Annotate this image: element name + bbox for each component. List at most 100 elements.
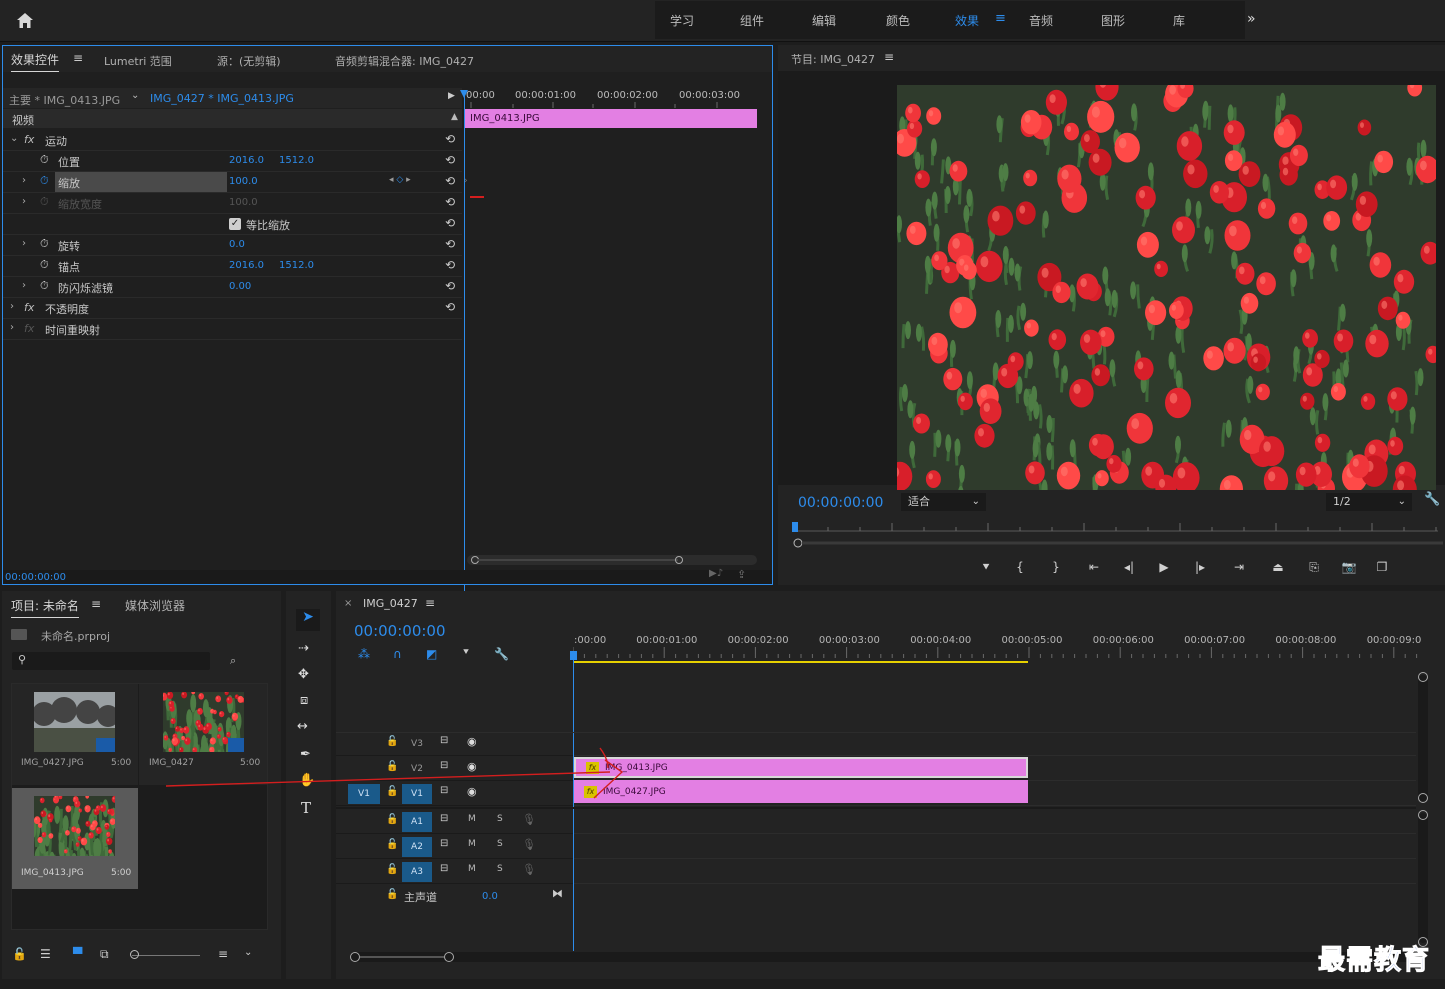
add-marker-icon[interactable]: ⯆ <box>462 647 470 658</box>
home-icon[interactable] <box>16 12 34 29</box>
audio-track-lane[interactable] <box>574 810 1416 834</box>
track-target[interactable]: A2 <box>402 837 432 857</box>
workspace-tab[interactable]: 组件 <box>740 12 764 29</box>
reset-icon[interactable]: ⟲ <box>445 174 455 188</box>
search-input[interactable]: ⚲ <box>12 652 210 670</box>
tab-audio-mixer[interactable]: 音频剪辑混合器: IMG_0427 <box>335 53 474 69</box>
scroll-handle-top[interactable] <box>1418 810 1428 820</box>
lock-icon[interactable]: 🔓 <box>386 839 398 850</box>
microphone-icon[interactable]: 🎙 <box>522 838 536 851</box>
scale-row[interactable]: › ⏱ 缩放 100.0 ◂ ◇ ▸ ⟲ <box>3 172 462 193</box>
scroll-handle-right[interactable] <box>675 556 683 564</box>
stopwatch-icon[interactable]: ⏱ <box>40 237 49 251</box>
timeline-ruler[interactable]: :00:00 00:00:01:00 00:00:02:00 00:00:03:00 0… <box>573 631 1421 665</box>
track-select-tool-icon[interactable]: ⇢ <box>298 641 309 656</box>
anchor-row[interactable]: ⏱ 锚点 2016.0 1512.0 ⟲ <box>3 256 462 277</box>
find-icon[interactable]: ⌕ <box>230 654 236 668</box>
tab-media-browser[interactable]: 媒体浏览器 <box>125 597 185 614</box>
microphone-icon[interactable]: 🎙 <box>522 863 536 876</box>
reset-icon[interactable]: ⟲ <box>445 279 455 293</box>
effect-playhead[interactable] <box>464 92 465 600</box>
clip-selector[interactable]: IMG_0427 * IMG_0413.JPG <box>150 92 294 105</box>
twirl-icon[interactable]: › <box>22 280 26 291</box>
scale-width-row[interactable]: › ⏱ 缩放宽度 100.0 ⟲ <box>3 193 462 214</box>
property-value[interactable]: 1512.0 <box>279 260 314 271</box>
step-back-icon[interactable]: ◂| <box>1112 560 1146 574</box>
clip-v2[interactable]: fx IMG_0413.JPG <box>574 757 1028 778</box>
effect-timecode[interactable]: 00:00:00:00 <box>5 572 66 583</box>
fit-dropdown[interactable]: 适合 ⌄ <box>901 493 986 511</box>
sync-lock-icon[interactable]: ⊟ <box>440 813 448 824</box>
stopwatch-icon[interactable]: ⏱ <box>40 258 49 272</box>
timeline-settings-wrench-icon[interactable]: 🔧 <box>494 647 509 661</box>
twirl-icon[interactable]: › <box>10 322 14 333</box>
solo-button[interactable]: S <box>497 839 503 849</box>
stopwatch-icon[interactable]: ⏱ <box>40 195 49 209</box>
scroll-handle-left[interactable] <box>350 952 360 962</box>
property-value[interactable]: 2016.0 <box>229 260 264 271</box>
audio-track-header[interactable]: 🔓 A1 ⊟ M S 🎙 <box>336 810 573 834</box>
workspace-tab[interactable]: 图形 <box>1101 12 1125 29</box>
scroll-thumb[interactable] <box>360 956 444 958</box>
tab-menu-icon[interactable]: ≡ <box>73 51 83 65</box>
reset-icon[interactable]: ⟲ <box>445 300 455 314</box>
sequence-tab[interactable]: IMG_0427 <box>363 597 418 610</box>
clip-v1[interactable]: fx IMG_0427.JPG <box>574 780 1028 803</box>
nest-icon[interactable]: ⁂ <box>358 647 370 661</box>
sort-icon[interactable]: ≡ <box>218 947 228 961</box>
fx-icon[interactable]: fx <box>24 301 34 314</box>
list-view-icon[interactable]: ☰ <box>40 947 51 961</box>
master-volume-value[interactable]: 0.0 <box>482 891 498 902</box>
mute-button[interactable]: M <box>468 814 476 824</box>
playhead-handle-icon[interactable] <box>570 651 577 660</box>
effect-clip-bar[interactable]: IMG_0413.JPG <box>465 109 757 128</box>
program-monitor-title[interactable]: 节目: IMG_0427 <box>791 51 875 67</box>
wrench-icon[interactable]: 🔧 <box>1424 492 1440 507</box>
lift-icon[interactable]: ⏏ <box>1260 560 1296 574</box>
effect-timeline-scrollbar[interactable] <box>467 555 757 565</box>
chevron-down-icon[interactable]: ⌄ <box>131 90 139 101</box>
quality-dropdown[interactable]: 1/2 ⌄ <box>1326 493 1412 511</box>
snap-magnet-icon[interactable]: ∩ <box>393 647 402 661</box>
uniform-scale-row[interactable]: ✓ 等比缩放 ⟲ <box>3 214 462 235</box>
twirl-icon[interactable]: ⌄ <box>10 133 18 144</box>
audio-track-lane[interactable] <box>574 835 1416 859</box>
sync-lock-icon[interactable]: ⊟ <box>440 838 448 849</box>
workspace-tab[interactable]: 学习 <box>670 12 694 29</box>
time-remap-group[interactable]: › fx 时间重映射 <box>3 319 462 340</box>
reset-icon[interactable]: ⟲ <box>445 237 455 251</box>
workspace-tab[interactable]: 颜色 <box>886 12 910 29</box>
razor-tool-icon[interactable]: ⧈ <box>300 693 308 708</box>
microphone-icon[interactable]: 🎙 <box>522 813 536 826</box>
mute-button[interactable]: M <box>468 864 476 874</box>
property-value[interactable]: 100.0 <box>229 176 258 187</box>
workspace-more-icon[interactable]: » <box>1247 11 1256 27</box>
project-item[interactable]: IMG_0427.JPG 5:00 <box>12 684 138 785</box>
reset-icon[interactable]: ⟲ <box>445 258 455 272</box>
property-value[interactable]: 0.00 <box>229 281 251 292</box>
fx-icon[interactable]: fx <box>24 133 34 146</box>
uniform-scale-checkbox[interactable]: ✓ <box>229 218 241 230</box>
scroll-handle-right[interactable] <box>444 952 454 962</box>
reset-icon[interactable]: ⟲ <box>445 153 455 167</box>
stopwatch-icon[interactable]: ⏱ <box>40 153 49 167</box>
playhead-handle-icon[interactable] <box>460 90 468 98</box>
project-item-selected[interactable]: IMG_0413.JPG 5:00 <box>12 788 138 889</box>
program-scrubber[interactable] <box>788 519 1443 549</box>
play-audio-icon[interactable]: ▶♪ <box>709 568 723 579</box>
property-value[interactable]: 0.0 <box>229 239 245 250</box>
stopwatch-icon[interactable]: ⏱ <box>40 279 49 293</box>
sequence-timecode[interactable]: 00:00:00:00 <box>354 622 446 640</box>
master-track-header[interactable]: 🔓 主声道 0.0 ⧓ <box>336 885 573 909</box>
workspace-tab[interactable]: 效果 <box>955 12 979 29</box>
workspace-tab[interactable]: 库 <box>1173 12 1185 29</box>
mark-in-icon[interactable]: { <box>1004 560 1036 574</box>
zoom-slider-handle[interactable] <box>130 950 139 959</box>
timeline-horizontal-scrollbar[interactable] <box>350 952 1425 962</box>
rotation-row[interactable]: › ⏱ 旋转 0.0 ⟲ <box>3 235 462 256</box>
motion-group[interactable]: ⌄ fx 运动 ⟲ <box>3 130 462 151</box>
slip-tool-icon[interactable]: ↔ <box>297 719 308 734</box>
twirl-icon[interactable]: › <box>22 196 26 207</box>
go-to-end-icon[interactable]: ⧓ <box>552 887 563 900</box>
audio-vertical-scrollbar[interactable] <box>1418 810 1428 947</box>
